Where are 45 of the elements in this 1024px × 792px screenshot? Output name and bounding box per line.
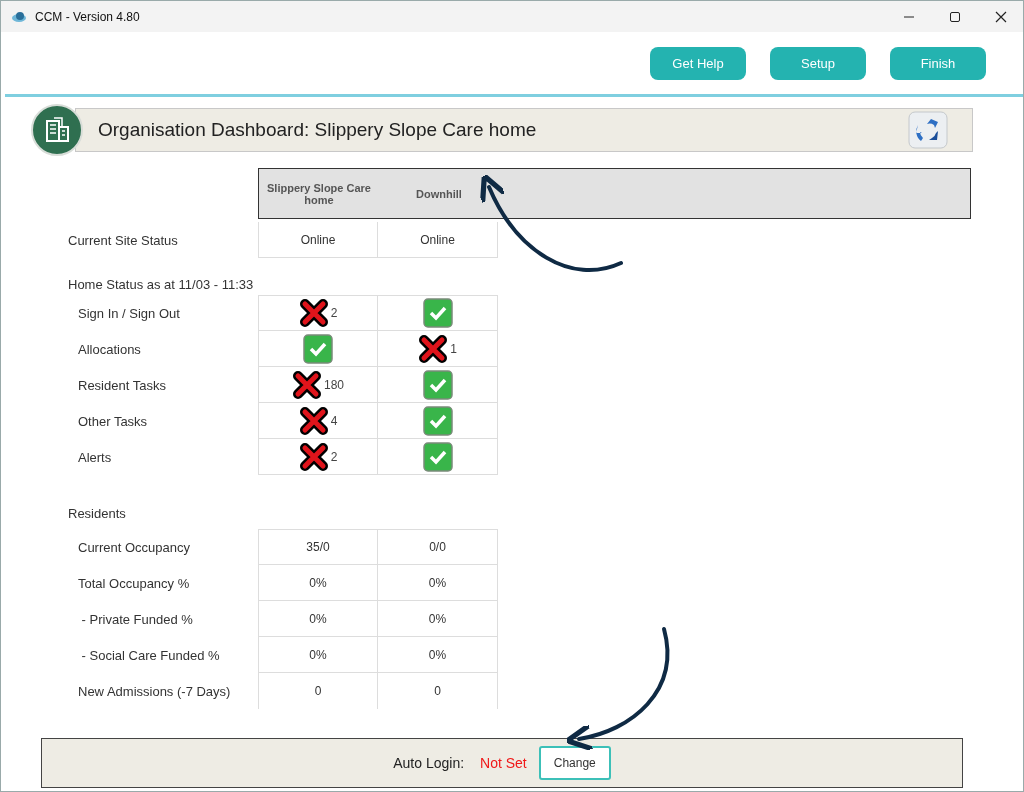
- cloud-icon: [11, 9, 27, 24]
- refresh-icon[interactable]: [908, 111, 948, 149]
- toolbar-button[interactable]: Get Help: [650, 46, 746, 80]
- count-text: 180: [324, 377, 344, 392]
- auto-login-status: Not Set: [480, 755, 527, 771]
- row-label: Current Occupancy: [77, 538, 191, 557]
- row-label: Other Tasks: [77, 412, 149, 431]
- table-cell: 0%: [378, 637, 498, 673]
- toolbar-button[interactable]: Finish: [890, 46, 986, 80]
- dashboard-title: Organisation Dashboard: Slippery Slope Care home: [98, 119, 537, 141]
- count-text: 1: [450, 341, 457, 356]
- row-label: New Admissions (-7 Days): [77, 682, 232, 701]
- window-title: CCM - Version 4.80: [35, 9, 140, 24]
- building-icon: [31, 104, 83, 156]
- table-cell: 35/0: [258, 529, 378, 565]
- site-name: Downhill: [415, 187, 463, 200]
- table-cell: Online: [378, 222, 498, 258]
- auto-login-label: Auto Login:: [393, 755, 465, 771]
- row-label: Resident Tasks: [77, 376, 167, 395]
- close-icon[interactable]: [995, 10, 1007, 23]
- table-cell: 0%: [258, 637, 378, 673]
- table-cell: 0%: [258, 601, 378, 637]
- row-label: Current Site Status: [68, 231, 179, 250]
- count-text: 2: [330, 306, 338, 320]
- count-text: 4: [330, 413, 338, 428]
- toolbar-button[interactable]: Setup: [770, 46, 866, 80]
- change-button[interactable]: Change: [538, 746, 611, 780]
- table-cell: 0%: [378, 601, 498, 637]
- table-cell: Online: [258, 222, 378, 258]
- count-text: 2: [330, 449, 338, 464]
- section-heading: Home Status as at 11/03 - 11:33: [68, 275, 255, 294]
- table-cell: 0: [258, 673, 378, 709]
- row-label: Allocations: [77, 340, 142, 359]
- row-label: Alerts: [77, 448, 113, 467]
- maximize-icon[interactable]: [949, 10, 961, 23]
- row-label: - Social Care Funded %: [80, 646, 221, 665]
- row-label: Total Occupancy %: [77, 574, 191, 593]
- table-cell: 0%: [258, 565, 378, 601]
- site-name: Slippery Slope Care home: [266, 181, 372, 206]
- table-cell: 0%: [378, 565, 498, 601]
- table-cell: 0: [378, 673, 498, 709]
- section-heading: Residents: [68, 504, 127, 523]
- row-label: - Private Funded %: [80, 610, 194, 629]
- table-cell: 0/0: [378, 529, 498, 565]
- row-label: Sign In / Sign Out: [77, 304, 181, 323]
